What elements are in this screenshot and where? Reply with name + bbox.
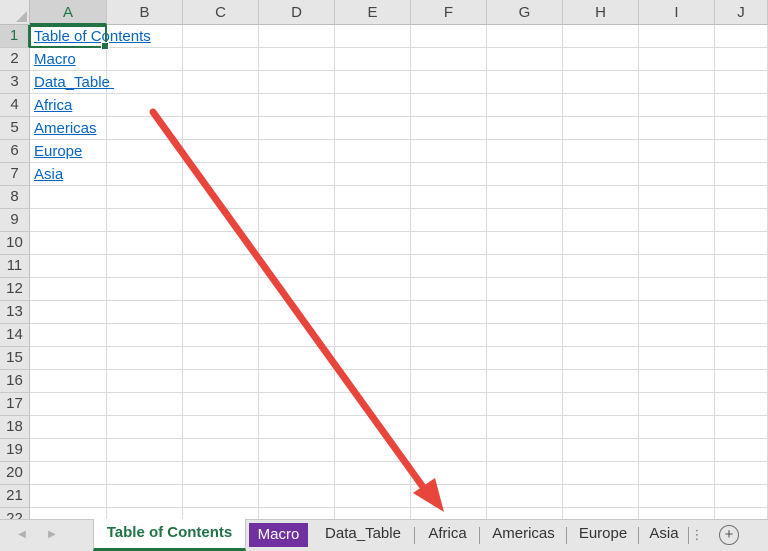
gridline-horizontal bbox=[30, 507, 768, 508]
row-header-6[interactable]: 6 bbox=[0, 140, 30, 163]
cell-hyperlink[interactable]: Africa bbox=[34, 94, 72, 117]
gridline-horizontal bbox=[30, 323, 768, 324]
gridline-vertical bbox=[562, 25, 563, 519]
cell-grid[interactable] bbox=[30, 25, 768, 519]
triangle-right-icon[interactable]: ▶ bbox=[40, 520, 64, 551]
row-header-19[interactable]: 19 bbox=[0, 439, 30, 462]
row-header-10[interactable]: 10 bbox=[0, 232, 30, 255]
sheet-tab-africa[interactable]: Africa bbox=[415, 520, 480, 551]
gridline-horizontal bbox=[30, 93, 768, 94]
row-header-22[interactable]: 22 bbox=[0, 508, 30, 519]
select-all-triangle-icon bbox=[16, 11, 27, 22]
gridline-vertical bbox=[334, 25, 335, 519]
row-header-21[interactable]: 21 bbox=[0, 485, 30, 508]
gridline-horizontal bbox=[30, 484, 768, 485]
gridline-horizontal bbox=[30, 277, 768, 278]
cell-hyperlink[interactable]: Macro bbox=[34, 48, 76, 71]
gridline-horizontal bbox=[30, 392, 768, 393]
column-header-h[interactable]: H bbox=[563, 0, 639, 25]
gridline-horizontal bbox=[30, 300, 768, 301]
gridline-horizontal bbox=[30, 231, 768, 232]
gridline-horizontal bbox=[30, 139, 768, 140]
gridline-horizontal bbox=[30, 162, 768, 163]
cell-hyperlink[interactable]: Americas bbox=[34, 117, 97, 140]
row-header-7[interactable]: 7 bbox=[0, 163, 30, 186]
row-header-3[interactable]: 3 bbox=[0, 71, 30, 94]
gridline-vertical bbox=[106, 25, 107, 519]
gridline-horizontal bbox=[30, 70, 768, 71]
column-header-a[interactable]: A bbox=[30, 0, 107, 25]
row-header-2[interactable]: 2 bbox=[0, 48, 30, 71]
gridline-vertical bbox=[258, 25, 259, 519]
row-header-1[interactable]: 1 bbox=[0, 25, 30, 48]
sheet-tab-asia[interactable]: Asia bbox=[639, 520, 689, 551]
row-header-12[interactable]: 12 bbox=[0, 278, 30, 301]
column-header-f[interactable]: F bbox=[411, 0, 487, 25]
gridline-horizontal bbox=[30, 208, 768, 209]
column-header-e[interactable]: E bbox=[335, 0, 411, 25]
plus-circle-icon[interactable]: + bbox=[719, 525, 739, 545]
gridline-horizontal bbox=[30, 369, 768, 370]
sheet-tab-bar: ◀ ▶ Table of Contents Macro Data_Table Afri… bbox=[0, 519, 768, 551]
row-header-14[interactable]: 14 bbox=[0, 324, 30, 347]
gridline-vertical bbox=[638, 25, 639, 519]
cell-hyperlink[interactable]: Europe bbox=[34, 140, 82, 163]
row-header-4[interactable]: 4 bbox=[0, 94, 30, 117]
gridline-horizontal bbox=[30, 116, 768, 117]
column-header-j[interactable]: J bbox=[715, 0, 768, 25]
select-all-corner[interactable] bbox=[0, 0, 30, 25]
column-header-c[interactable]: C bbox=[183, 0, 259, 25]
row-header-9[interactable]: 9 bbox=[0, 209, 30, 232]
cell-hyperlink[interactable]: Asia bbox=[34, 163, 63, 186]
sheet-tab-data-table[interactable]: Data_Table bbox=[311, 520, 415, 551]
gridline-horizontal bbox=[30, 461, 768, 462]
column-header-g[interactable]: G bbox=[487, 0, 563, 25]
cell-hyperlink[interactable]: Data_Table bbox=[34, 71, 114, 94]
row-header-16[interactable]: 16 bbox=[0, 370, 30, 393]
row-header-17[interactable]: 17 bbox=[0, 393, 30, 416]
row-header-13[interactable]: 13 bbox=[0, 301, 30, 324]
row-header-15[interactable]: 15 bbox=[0, 347, 30, 370]
gridline-horizontal bbox=[30, 415, 768, 416]
column-header-i[interactable]: I bbox=[639, 0, 715, 25]
sheet-tab-table-of-contents[interactable]: Table of Contents bbox=[93, 519, 246, 551]
row-header-8[interactable]: 8 bbox=[0, 186, 30, 209]
gridline-vertical bbox=[486, 25, 487, 519]
sheet-tab-europe[interactable]: Europe bbox=[567, 520, 639, 551]
row-header-5[interactable]: 5 bbox=[0, 117, 30, 140]
cell-hyperlink[interactable]: Table of Contents bbox=[34, 25, 151, 48]
gridline-horizontal bbox=[30, 254, 768, 255]
gridline-horizontal bbox=[30, 438, 768, 439]
column-header-b[interactable]: B bbox=[107, 0, 183, 25]
gridline-vertical bbox=[410, 25, 411, 519]
row-header-11[interactable]: 11 bbox=[0, 255, 30, 278]
gridline-horizontal bbox=[30, 346, 768, 347]
more-tabs-icon[interactable]: ⋮ bbox=[690, 525, 704, 545]
sheet-tab-americas[interactable]: Americas bbox=[480, 520, 567, 551]
row-header-20[interactable]: 20 bbox=[0, 462, 30, 485]
worksheet[interactable]: ABCDEFGHIJ 1 2 3 4 5 6 7 8 9 10 11 12 13 14 15 16 17 18 19… bbox=[0, 0, 768, 519]
row-header-18[interactable]: 18 bbox=[0, 416, 30, 439]
triangle-left-icon[interactable]: ◀ bbox=[10, 520, 34, 551]
sheet-tab-macro[interactable]: Macro bbox=[249, 523, 308, 547]
column-header-d[interactable]: D bbox=[259, 0, 335, 25]
gridline-horizontal bbox=[30, 185, 768, 186]
gridline-vertical bbox=[182, 25, 183, 519]
gridline-vertical bbox=[714, 25, 715, 519]
